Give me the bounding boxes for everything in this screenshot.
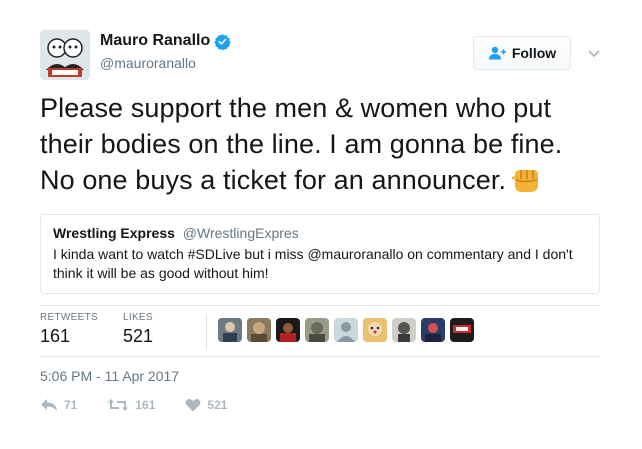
likers-avatars — [218, 318, 479, 342]
liker-avatar[interactable] — [305, 318, 329, 342]
quoted-tweet-header: Wrestling Express @WrestlingExpres — [53, 225, 587, 241]
liker-avatar[interactable] — [218, 318, 242, 342]
likes-label: LIKES — [123, 312, 153, 323]
tweet-timestamp[interactable]: 5:06 PM - 11 Apr 2017 — [40, 368, 179, 384]
author-name-row[interactable]: Mauro Ranallo — [100, 32, 231, 50]
retweets-label: RETWEETS — [40, 312, 98, 323]
liker-avatar[interactable] — [276, 318, 300, 342]
author-handle[interactable]: @mauroranallo — [100, 55, 196, 71]
liker-avatar[interactable] — [247, 318, 271, 342]
follow-person-icon — [488, 46, 506, 60]
quoted-tweet[interactable]: Wrestling Express @WrestlingExpres I kin… — [40, 214, 600, 294]
reply-count: 71 — [64, 398, 78, 412]
liker-avatar[interactable] — [450, 318, 474, 342]
tweet-line: their bodies on the line. I am gonna be … — [40, 129, 563, 159]
tweet-text: Please support the men & women who put t… — [40, 90, 600, 198]
divider — [40, 356, 600, 357]
author-name[interactable]: Mauro Ranallo — [100, 32, 210, 50]
reply-button[interactable]: 71 — [40, 398, 77, 412]
quoted-author-name: Wrestling Express — [53, 225, 175, 241]
stats-separator — [206, 314, 207, 350]
like-button[interactable]: 521 — [185, 398, 227, 412]
divider — [40, 305, 600, 306]
retweet-count: 161 — [135, 398, 156, 412]
liker-avatar[interactable] — [334, 318, 358, 342]
quoted-author-handle: @WrestlingExpres — [182, 225, 299, 241]
retweets-stat[interactable]: RETWEETS 161 — [40, 312, 98, 347]
fist-emoji-icon — [510, 165, 542, 195]
quoted-tweet-text: I kinda want to watch #SDLive but i miss… — [53, 246, 573, 281]
liker-avatar[interactable] — [363, 318, 387, 342]
retweet-icon — [107, 398, 129, 412]
likes-stat[interactable]: LIKES 521 — [123, 312, 153, 347]
liker-avatar[interactable] — [392, 318, 416, 342]
liker-avatar[interactable] — [421, 318, 445, 342]
tweet-line-last: No one buys a ticket for an announcer. — [40, 162, 600, 198]
retweet-button[interactable]: 161 — [107, 398, 155, 412]
likes-count: 521 — [123, 326, 154, 346]
tweet-card: Mauro Ranallo @mauroranallo Follow Pleas… — [0, 0, 642, 449]
avatar[interactable] — [40, 30, 90, 80]
follow-label: Follow — [511, 45, 557, 61]
reply-icon — [40, 398, 58, 412]
follow-button[interactable]: Follow — [473, 36, 571, 70]
tweet-line: Please support the men & women who put — [40, 93, 552, 123]
tweet-line-text: No one buys a ticket for an announcer. — [40, 165, 507, 195]
retweets-count: 161 — [40, 326, 71, 346]
heart-icon — [185, 398, 201, 412]
verified-badge-icon — [214, 33, 231, 50]
caret-down-icon[interactable] — [588, 45, 600, 58]
tweet-actions: 71 161 521 — [40, 398, 257, 412]
like-count: 521 — [207, 398, 228, 412]
